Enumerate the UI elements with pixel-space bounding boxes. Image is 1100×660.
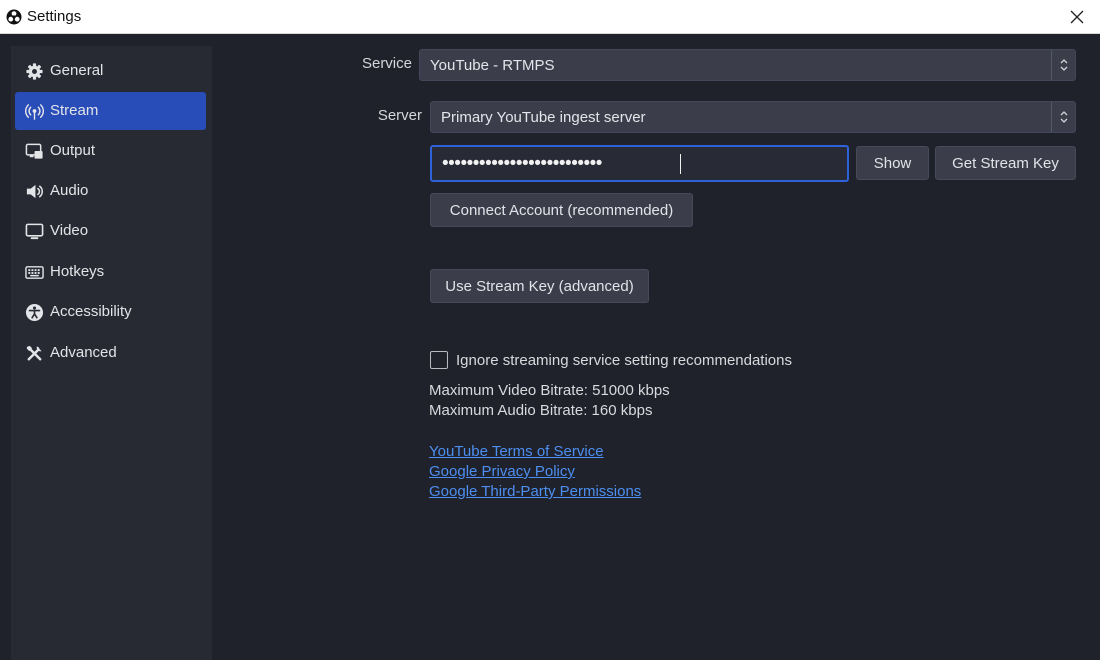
close-button[interactable]	[1054, 0, 1100, 34]
sidebar-item-label: Accessibility	[50, 303, 132, 320]
show-button[interactable]: Show	[856, 146, 929, 180]
max-video-bitrate: Maximum Video Bitrate: 51000 kbps	[429, 382, 670, 399]
title-bar: Settings	[0, 0, 1100, 34]
settings-sidebar: General Stream Output Audio Video Hotkey…	[11, 46, 212, 660]
max-audio-bitrate: Maximum Audio Bitrate: 160 kbps	[429, 402, 653, 419]
speaker-icon	[26, 184, 44, 199]
sidebar-item-advanced[interactable]: Advanced	[15, 334, 206, 372]
sidebar-item-label: Advanced	[50, 344, 117, 361]
youtube-terms-link[interactable]: YouTube Terms of Service	[429, 443, 604, 460]
tools-icon	[26, 345, 42, 361]
use-stream-key-button[interactable]: Use Stream Key (advanced)	[430, 269, 649, 303]
text-caret	[680, 154, 681, 174]
sidebar-item-video[interactable]: Video	[15, 212, 206, 250]
stream-key-masked-value: ••••••••••••••••••••••••••	[442, 153, 602, 174]
sidebar-item-output[interactable]: Output	[15, 132, 206, 170]
ignore-recommendations-label[interactable]: Ignore streaming service setting recomme…	[456, 352, 792, 369]
chevron-updown-icon	[1051, 102, 1075, 132]
sidebar-item-label: Audio	[50, 182, 89, 199]
server-label: Server	[377, 107, 422, 124]
chevron-updown-icon	[1051, 50, 1075, 80]
gear-icon	[26, 63, 43, 80]
window-title: Settings	[27, 8, 82, 25]
sidebar-item-audio[interactable]: Audio	[15, 172, 206, 210]
output-monitor-icon	[25, 143, 43, 159]
sidebar-item-hotkeys[interactable]: Hotkeys	[15, 253, 206, 291]
service-value: YouTube - RTMPS	[430, 57, 555, 74]
sidebar-item-general[interactable]: General	[15, 52, 206, 90]
get-stream-key-button[interactable]: Get Stream Key	[935, 146, 1076, 180]
google-privacy-link[interactable]: Google Privacy Policy	[429, 463, 575, 480]
stream-key-input[interactable]: ••••••••••••••••••••••••••	[430, 145, 849, 182]
monitor-icon	[25, 223, 44, 240]
sidebar-item-accessibility[interactable]: Accessibility	[15, 293, 206, 331]
server-select[interactable]: Primary YouTube ingest server	[430, 101, 1076, 133]
sidebar-item-label: Hotkeys	[50, 263, 105, 280]
server-value: Primary YouTube ingest server	[441, 109, 646, 126]
google-third-party-link[interactable]: Google Third-Party Permissions	[429, 483, 641, 500]
broadcast-antenna-icon	[25, 104, 44, 120]
obs-logo-icon	[6, 9, 22, 25]
close-icon	[1070, 10, 1084, 24]
sidebar-item-label: General	[50, 62, 104, 79]
sidebar-item-stream[interactable]: Stream	[15, 92, 206, 130]
sidebar-item-label: Video	[50, 222, 89, 239]
keyboard-icon	[25, 266, 44, 279]
sidebar-item-label: Stream	[50, 102, 99, 119]
ignore-recommendations-checkbox[interactable]	[430, 351, 448, 369]
connect-account-button[interactable]: Connect Account (recommended)	[430, 193, 693, 227]
service-select[interactable]: YouTube - RTMPS	[419, 49, 1076, 81]
service-label: Service	[361, 55, 412, 72]
sidebar-item-label: Output	[50, 142, 96, 159]
accessibility-icon	[25, 303, 44, 322]
